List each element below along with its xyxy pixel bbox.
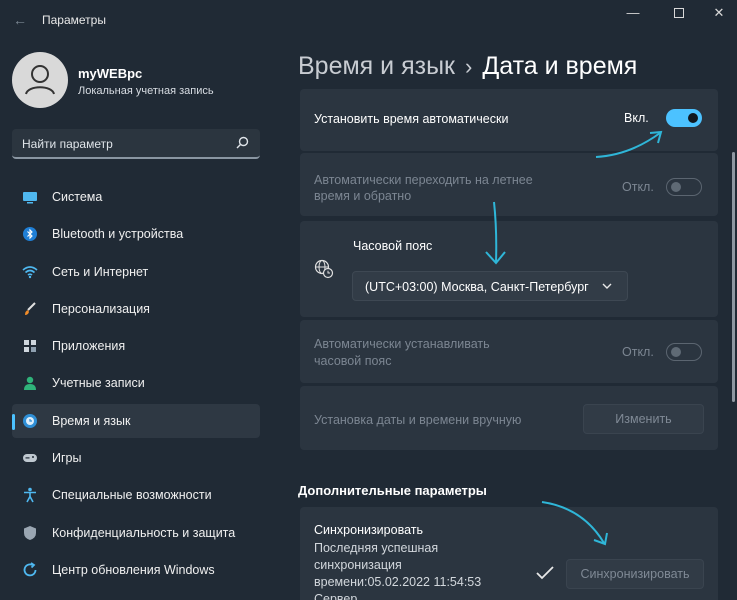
gamepad-icon (23, 454, 37, 463)
sidebar-item-label: Конфиденциальность и защита (52, 525, 236, 540)
auto-timezone-state: Откл. (622, 345, 654, 359)
sidebar-item-label: Игры (52, 451, 82, 466)
apps-icon (24, 340, 36, 353)
change-button[interactable]: Изменить (583, 404, 704, 434)
accessibility-icon (24, 488, 36, 503)
search-icon[interactable] (234, 135, 250, 151)
sync-info-line1: Последняя успешная (314, 541, 439, 555)
brush-icon (25, 302, 36, 315)
sidebar-item-apps[interactable]: Приложения (12, 329, 260, 363)
breadcrumb-chevron-icon: › (464, 54, 473, 79)
sync-info-line3: времени:05.02.2022 11:54:53 (314, 575, 482, 589)
sidebar-item-label: Центр обновления Windows (52, 562, 215, 577)
sync-info-line2: синхронизация (314, 558, 402, 572)
globe-clock-icon (314, 259, 334, 279)
shield-icon (24, 525, 36, 540)
sidebar-nav: Система Bluetooth и устройства Сеть и Ин… (12, 180, 260, 590)
auto-timezone-card: Автоматически устанавливать часовой пояс… (300, 320, 718, 383)
sidebar-item-accounts[interactable]: Учетные записи (12, 366, 260, 400)
sidebar-item-label: Специальные возможности (52, 488, 212, 503)
breadcrumb: Время и язык › Дата и время (298, 52, 637, 81)
sidebar-item-network[interactable]: Сеть и Интернет (12, 255, 260, 289)
title-bar: ← Параметры — ✕ (0, 0, 737, 40)
page-title: Дата и время (482, 52, 638, 80)
auto-time-state: Вкл. (624, 111, 649, 125)
sidebar-item-personalization[interactable]: Персонализация (12, 292, 260, 326)
scrollbar[interactable] (732, 152, 735, 402)
wifi-icon (22, 265, 38, 278)
app-title: Параметры (42, 13, 106, 27)
chevron-down-icon (602, 283, 612, 289)
monitor-icon (23, 192, 37, 204)
timezone-label: Часовой пояс (353, 239, 433, 253)
sidebar-item-system[interactable]: Система (12, 180, 260, 214)
account-type: Локальная учетная запись (78, 85, 214, 97)
dst-label-line2: время и обратно (314, 189, 412, 203)
annotation-arrow-icon (485, 201, 506, 265)
dst-toggle[interactable] (666, 178, 702, 196)
annotation-arrow-icon (595, 130, 663, 158)
sync-label: Синхронизировать (314, 523, 423, 537)
additional-settings-title: Дополнительные параметры (298, 483, 487, 498)
sidebar-item-gaming[interactable]: Игры (12, 441, 260, 475)
sidebar-item-label: Время и язык (52, 413, 131, 428)
sync-info-line4: Сервер (314, 592, 358, 600)
person-icon (24, 377, 36, 391)
manual-datetime-card: Установка даты и времени вручную Изменит… (300, 386, 718, 450)
minimize-icon[interactable]: — (610, 3, 656, 23)
sidebar-item-label: Сеть и Интернет (52, 264, 149, 279)
update-icon (23, 562, 37, 577)
checkmark-icon (536, 566, 554, 580)
search-placeholder: Найти параметр (22, 137, 113, 151)
dst-state: Откл. (622, 180, 654, 194)
sidebar-item-windows-update[interactable]: Центр обновления Windows (12, 553, 260, 587)
sidebar-item-label: Приложения (52, 339, 126, 354)
sidebar-item-bluetooth[interactable]: Bluetooth и устройства (12, 217, 260, 251)
avatar (12, 52, 68, 108)
person-avatar-icon (25, 65, 55, 95)
sidebar-item-accessibility[interactable]: Специальные возможности (12, 478, 260, 512)
annotation-arrow-icon (541, 501, 608, 546)
auto-timezone-toggle[interactable] (666, 343, 702, 361)
auto-time-label: Установить время автоматически (314, 112, 509, 126)
bluetooth-icon (23, 227, 37, 242)
auto-timezone-label-line1: Автоматически устанавливать (314, 337, 490, 351)
sync-now-button[interactable]: Синхронизировать (566, 559, 704, 589)
back-arrow-icon[interactable]: ← (10, 10, 30, 30)
timezone-dropdown[interactable]: (UTC+03:00) Москва, Санкт-Петербург (352, 271, 628, 301)
globe-clock-icon (23, 413, 37, 428)
auto-time-toggle[interactable] (666, 109, 702, 127)
breadcrumb-parent[interactable]: Время и язык (298, 52, 455, 80)
dst-label-line1: Автоматически переходить на летнее (314, 173, 533, 187)
sidebar-item-privacy[interactable]: Конфиденциальность и защита (12, 516, 260, 550)
close-icon[interactable]: ✕ (696, 3, 737, 23)
manual-datetime-label: Установка даты и времени вручную (314, 413, 522, 427)
sidebar-item-label: Bluetooth и устройства (52, 227, 184, 242)
sync-card: Синхронизировать Последняя успешная синх… (300, 507, 718, 600)
user-name: myWEBpc (78, 66, 143, 81)
sidebar-item-time-language[interactable]: Время и язык (12, 403, 260, 438)
auto-timezone-label-line2: часовой пояс (314, 354, 392, 368)
search-input[interactable]: Найти параметр (12, 129, 260, 159)
sidebar-item-label: Система (52, 190, 103, 204)
sidebar-item-label: Персонализация (52, 301, 150, 316)
sidebar-item-label: Учетные записи (52, 376, 145, 391)
timezone-value: (UTC+03:00) Москва, Санкт-Петербург (365, 280, 589, 294)
